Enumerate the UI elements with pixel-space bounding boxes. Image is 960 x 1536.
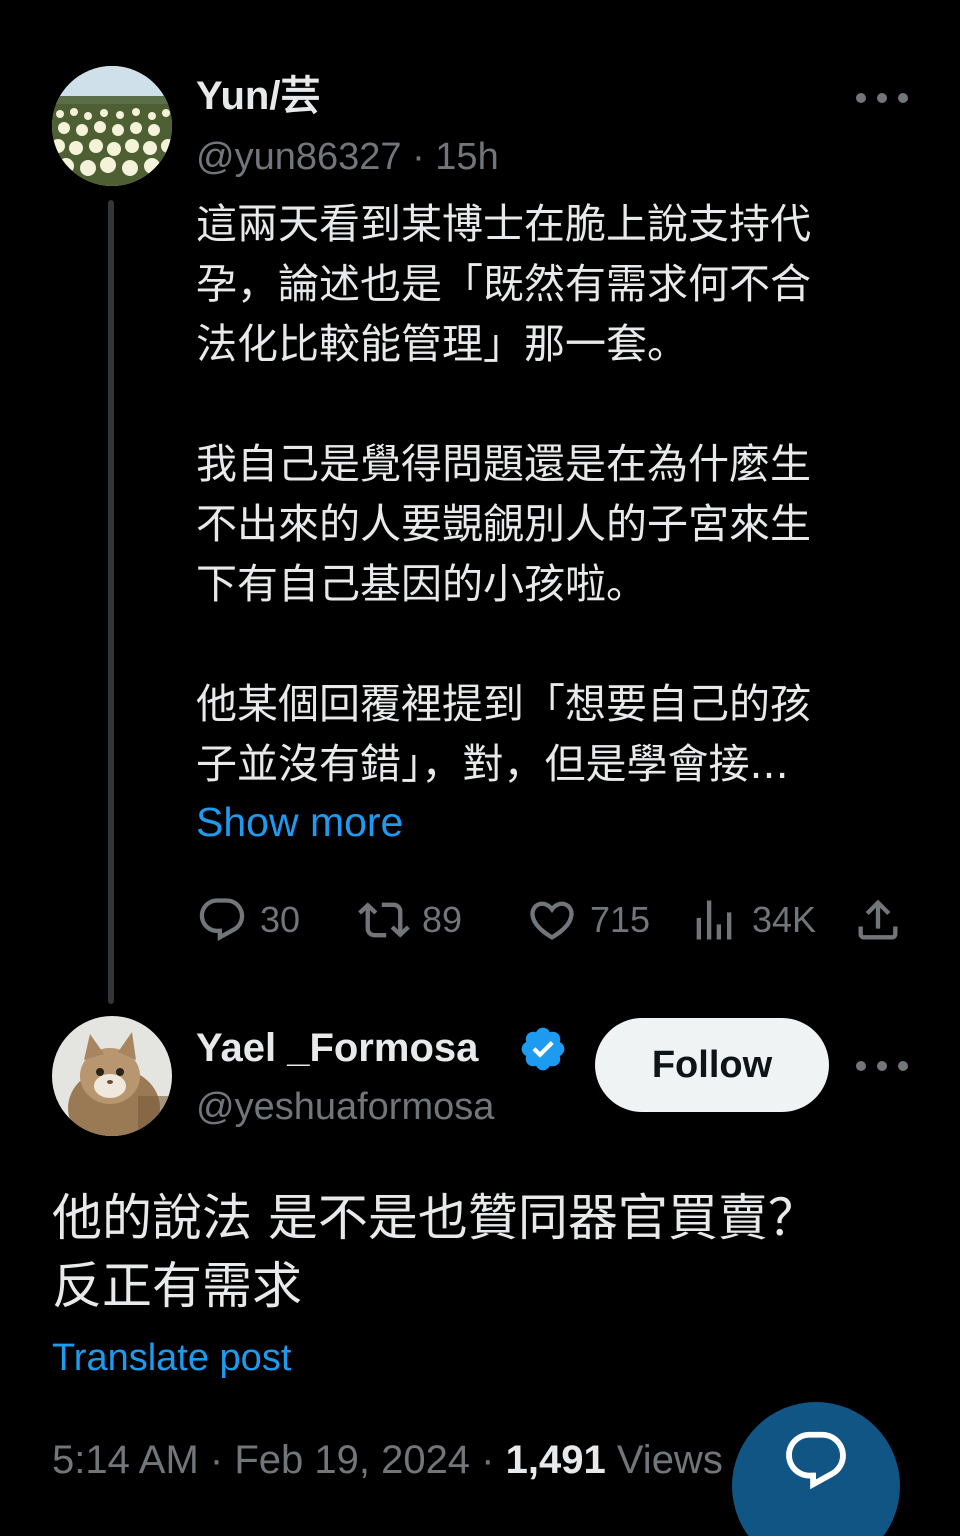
- compose-reply-button[interactable]: [732, 1402, 900, 1536]
- show-more-link[interactable]: Show more: [196, 798, 403, 846]
- parent-post-actions: 30 89 715 34K: [196, 892, 906, 948]
- parent-author-handle[interactable]: @yun86327: [196, 136, 402, 178]
- reply-count: 30: [260, 899, 301, 940]
- views-count: 34K: [752, 899, 817, 940]
- reply-post-text: 他的說法 是不是也贊同器官買賣？ 反正有需求: [52, 1189, 818, 1315]
- parent-author-meta: @yun86327 · 15h: [196, 138, 499, 176]
- avatar-photo-flowers: [52, 66, 172, 186]
- repost-button[interactable]: 89: [358, 892, 462, 948]
- reply-icon: [199, 898, 245, 942]
- views-icon: [696, 900, 732, 940]
- post-meta: 5:14 AM · Feb 19, 2024 · 1,491 Views: [52, 1438, 723, 1482]
- reply-author-handle[interactable]: @yeshuaformosa: [196, 1088, 494, 1126]
- reply-author-name[interactable]: Yael _Formosa: [196, 1028, 478, 1068]
- translate-post-link[interactable]: Translate post: [52, 1336, 291, 1380]
- thread-connector-line: [108, 200, 114, 1004]
- post-date[interactable]: Feb 19, 2024: [234, 1438, 470, 1482]
- post-detail-page: Yun/芸 @yun86327 · 15h 這兩天看到某博士在脆上說支持代 孕，…: [0, 0, 960, 1536]
- parent-post-text: 這兩天看到某博士在脆上說支持代 孕，論述也是「既然有需求何不合 法化比較能管理」…: [196, 200, 811, 788]
- parent-author-name[interactable]: Yun/芸: [196, 76, 320, 116]
- reply-button[interactable]: 30: [196, 892, 300, 948]
- parent-post-age[interactable]: 15h: [435, 136, 498, 178]
- avatar-photo-cat: [52, 1016, 172, 1136]
- meta-separator: ·: [401, 136, 436, 178]
- like-button[interactable]: 715: [526, 892, 650, 948]
- post-time[interactable]: 5:14 AM: [52, 1438, 199, 1482]
- repost-count: 89: [422, 899, 463, 940]
- repost-icon: [358, 902, 410, 938]
- parent-more-icon[interactable]: [856, 88, 908, 108]
- like-icon: [530, 901, 574, 940]
- reply-author-avatar[interactable]: [52, 1016, 172, 1136]
- parent-author-avatar[interactable]: [52, 66, 172, 186]
- post-views-label: Views: [616, 1438, 723, 1482]
- views-button[interactable]: 34K: [688, 892, 816, 948]
- reply-more-icon[interactable]: [856, 1056, 908, 1076]
- share-icon: [858, 899, 898, 940]
- verified-icon: [521, 1027, 565, 1071]
- compose-reply-icon: [786, 1431, 846, 1490]
- post-views-count: 1,491: [505, 1438, 606, 1482]
- follow-button[interactable]: Follow: [595, 1018, 829, 1112]
- like-count: 715: [590, 899, 651, 940]
- share-button[interactable]: [852, 892, 916, 948]
